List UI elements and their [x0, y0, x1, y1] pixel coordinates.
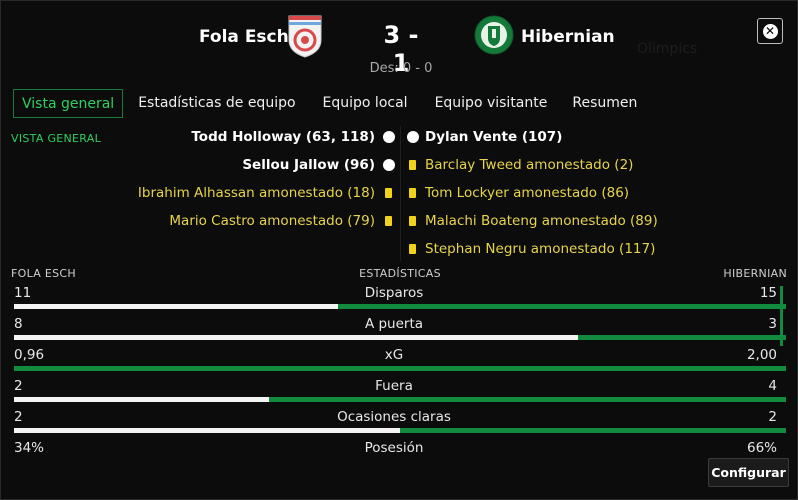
- background-decoration: Olimpics: [637, 41, 698, 57]
- stat-name: Fuera: [375, 378, 413, 394]
- goal-ball-icon: [407, 131, 419, 143]
- stat-bar-home-fill: [14, 428, 400, 433]
- tab-summary[interactable]: Resumen: [564, 89, 645, 118]
- match-overview-panel: Olimpics Fola Esch 3 - 1 Hibernian Des: …: [0, 0, 798, 500]
- home-team-name: Fola Esch: [199, 27, 289, 47]
- event-text: Dylan Vente (107): [425, 129, 563, 145]
- close-button[interactable]: ✕: [757, 18, 783, 44]
- away-team-name: Hibernian: [521, 27, 615, 47]
- stat-row: 34% Posesión 66%: [11, 440, 777, 471]
- stat-away-value: 3: [768, 316, 777, 332]
- stats-away-header: HIBERNIAN: [723, 267, 787, 280]
- stat-name: Ocasiones claras: [337, 409, 451, 425]
- tab-home-team[interactable]: Equipo local: [315, 89, 416, 118]
- goal-ball-icon: [383, 131, 395, 143]
- stat-bar: [14, 428, 786, 433]
- halftime-score: Des: 0 - 0: [369, 61, 433, 76]
- yellow-card-icon: [385, 188, 392, 198]
- home-card-event: Mario Castro amonestado (79): [169, 211, 392, 231]
- tab-away-team[interactable]: Equipo visitante: [427, 89, 556, 118]
- event-text: Mario Castro amonestado (79): [169, 213, 375, 229]
- away-card-event: Barclay Tweed amonestado (2): [409, 155, 634, 175]
- event-text: Malachi Boateng amonestado (89): [425, 213, 658, 229]
- stat-row: 2 Fuera 4: [11, 378, 786, 409]
- stat-away-value: 2: [768, 409, 777, 425]
- tab-bar: Vista general Estadísticas de equipo Equ…: [13, 89, 646, 118]
- away-card-event: Stephan Negru amonestado (117): [409, 239, 656, 259]
- stats-title: ESTADÍSTICAS: [359, 267, 441, 280]
- scrollbar[interactable]: [780, 286, 783, 346]
- stat-bar: [14, 397, 786, 402]
- away-card-event: Tom Lockyer amonestado (86): [409, 183, 630, 203]
- stat-name: A puerta: [364, 316, 424, 332]
- stat-bar: [14, 304, 786, 309]
- stat-away-value: 15: [759, 285, 777, 301]
- configure-button[interactable]: Configurar: [708, 458, 789, 487]
- event-text: Tom Lockyer amonestado (86): [425, 185, 630, 201]
- stat-row: 8 A puerta 3: [11, 316, 786, 347]
- event-text: Sellou Jallow (96): [242, 157, 375, 173]
- stat-bar-home-fill: [14, 335, 578, 340]
- yellow-card-icon: [385, 216, 392, 226]
- away-card-event: Malachi Boateng amonestado (89): [409, 211, 658, 231]
- stat-away-value: 4: [768, 378, 777, 394]
- stat-row: 11 Disparos 15: [11, 285, 786, 316]
- home-goal-event: Todd Holloway (63, 118): [191, 127, 395, 147]
- stat-away-value: 66%: [746, 440, 777, 456]
- stat-row: 0,96 xG 2,00: [11, 347, 786, 378]
- stat-bar-home-fill: [14, 397, 269, 402]
- close-icon: ✕: [762, 23, 778, 39]
- tab-overview[interactable]: Vista general: [13, 89, 124, 118]
- stat-bar: [14, 366, 786, 371]
- away-goal-event: Dylan Vente (107): [407, 127, 563, 147]
- home-team-crest-icon: [288, 15, 322, 58]
- stat-name: Posesión: [364, 440, 424, 456]
- event-text: Ibrahim Alhassan amonestado (18): [137, 185, 375, 201]
- event-text: Barclay Tweed amonestado (2): [425, 157, 634, 173]
- stats-home-header: FOLA ESCH: [11, 267, 76, 280]
- away-team-crest-icon: [474, 15, 514, 55]
- yellow-card-icon: [409, 188, 416, 198]
- stat-name: Disparos: [364, 285, 424, 301]
- stat-bar: [14, 335, 786, 340]
- goal-ball-icon: [383, 159, 395, 171]
- event-text: Todd Holloway (63, 118): [191, 129, 375, 145]
- events-divider: [400, 126, 401, 261]
- home-card-event: Ibrahim Alhassan amonestado (18): [137, 183, 392, 203]
- home-goal-event: Sellou Jallow (96): [242, 155, 395, 175]
- yellow-card-icon: [409, 216, 416, 226]
- tab-team-stats[interactable]: Estadísticas de equipo: [130, 89, 303, 118]
- event-text: Stephan Negru amonestado (117): [425, 241, 656, 257]
- section-label: VISTA GENERAL: [11, 132, 102, 145]
- stat-name: xG: [384, 347, 404, 363]
- stat-bar-home-fill: [14, 304, 339, 309]
- stat-away-value: 2,00: [746, 347, 777, 363]
- yellow-card-icon: [409, 160, 416, 170]
- stat-row: 2 Ocasiones claras 2: [11, 409, 786, 440]
- yellow-card-icon: [409, 244, 416, 254]
